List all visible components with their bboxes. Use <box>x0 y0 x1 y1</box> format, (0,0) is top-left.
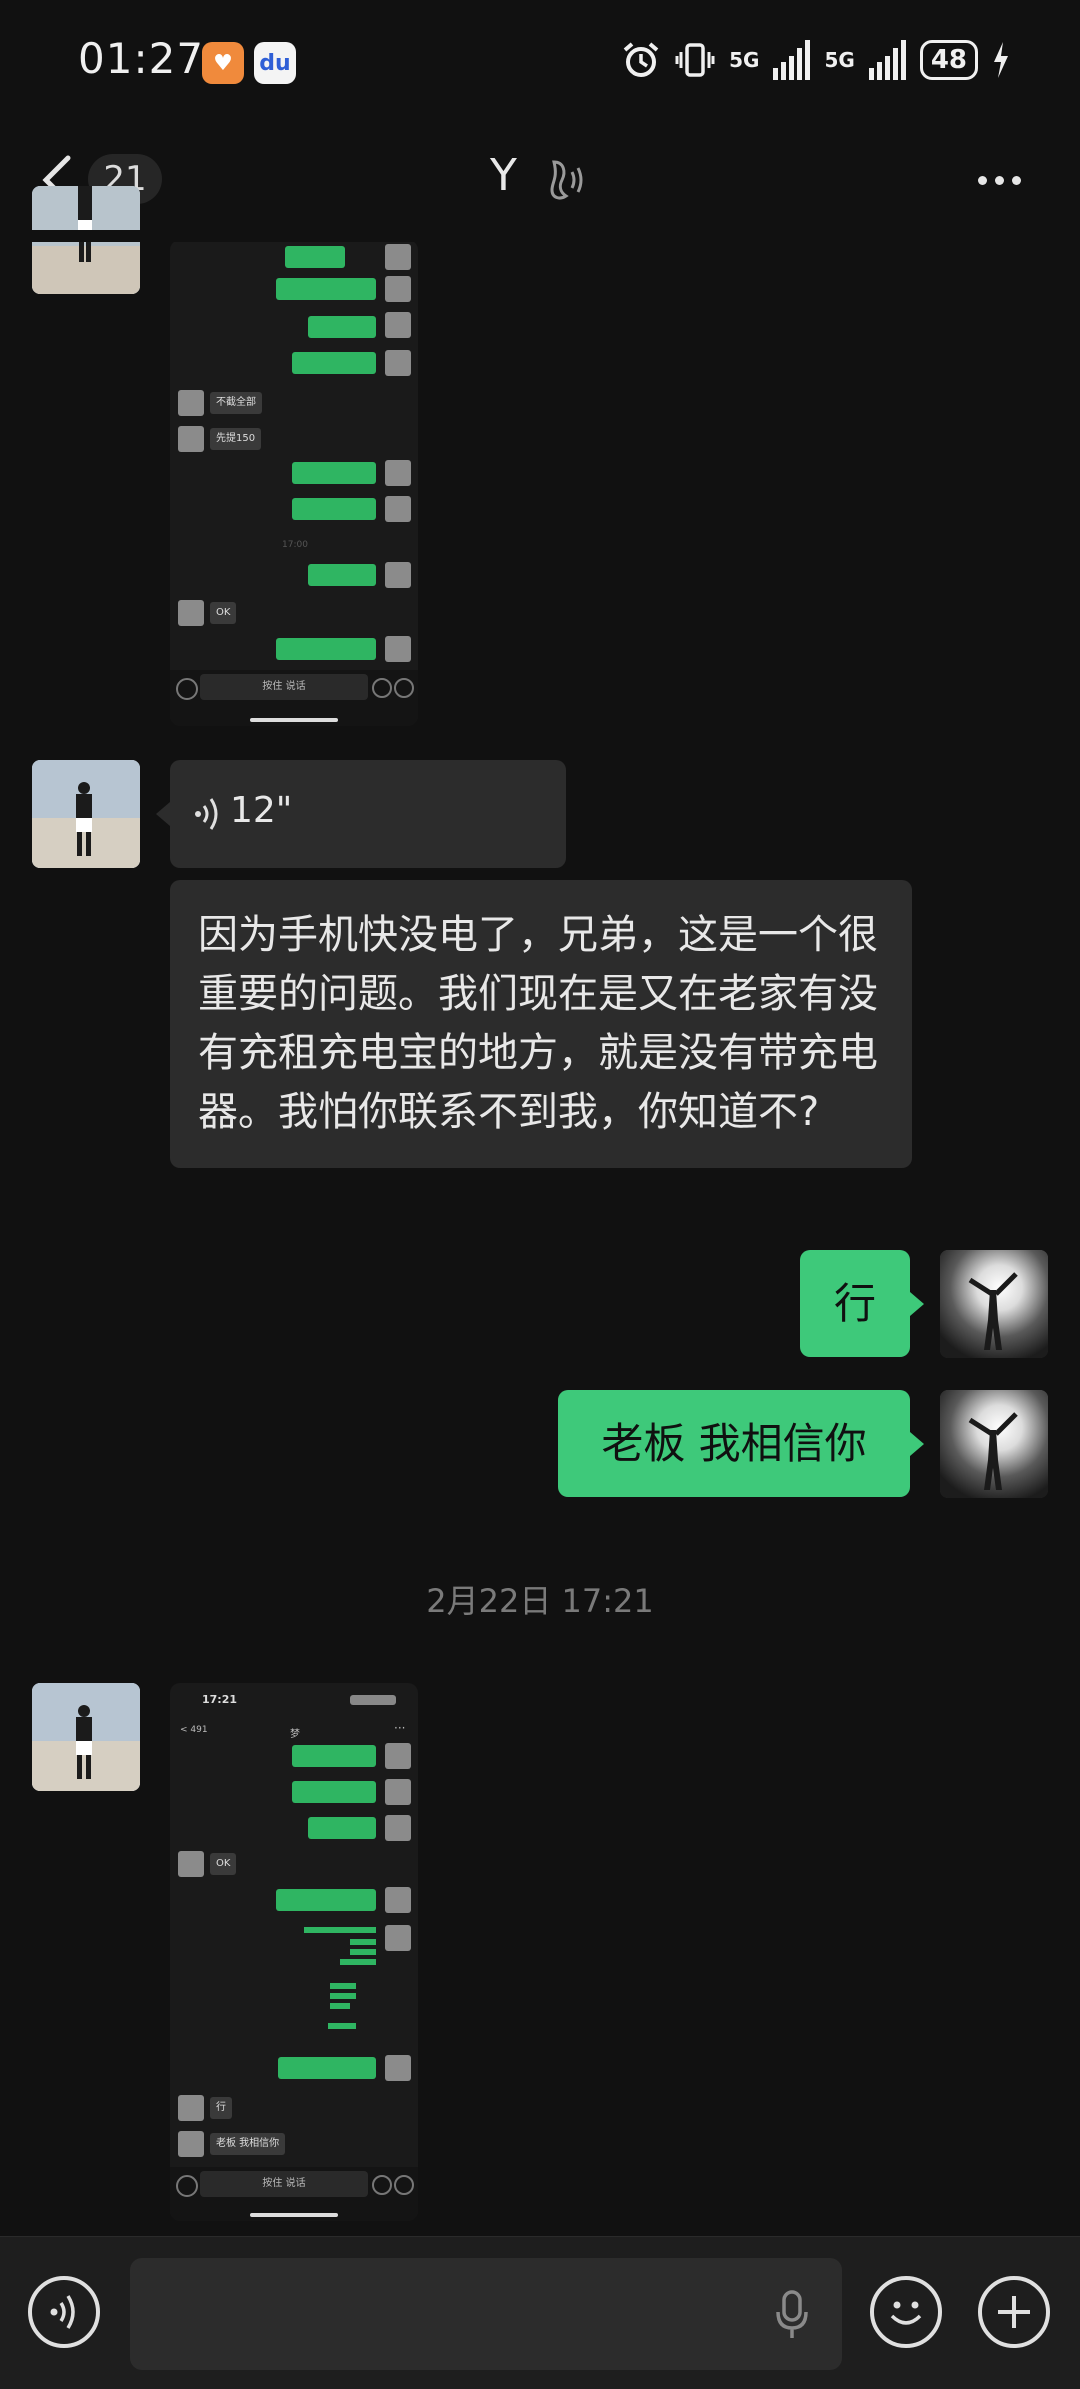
contact-avatar[interactable] <box>32 1683 140 1791</box>
thumb-message: 老板 我相信你 <box>210 2133 286 2155</box>
voice-message-bubble[interactable]: 12" <box>170 760 566 868</box>
earpiece-icon <box>550 160 583 200</box>
thumb-input-hint: 按住 说话 <box>200 2171 368 2197</box>
contact-avatar[interactable] <box>32 760 140 868</box>
my-avatar[interactable] <box>940 1250 1048 1358</box>
text-message-bubble[interactable]: 因为手机快没电了，兄弟，这是一个很重要的问题。我们现在是又在老家有没有充租充电宝… <box>170 880 912 1168</box>
plus-icon[interactable] <box>978 2276 1050 2348</box>
thumb-time: 17:00 <box>282 540 308 550</box>
network-type-2: 5G <box>824 48 855 72</box>
signal-icon <box>773 40 811 80</box>
emoji-icon[interactable] <box>870 2276 942 2348</box>
message-timestamp: 2月22日 17:21 <box>426 1582 654 1620</box>
status-icons: 5G 5G 48 <box>621 40 1010 80</box>
thumb-unread: 491 <box>190 1725 208 1735</box>
orange-app-icon: ♥ <box>202 42 244 84</box>
thumb-message: 先提150 <box>210 428 262 450</box>
my-message-bubble[interactable]: 老板 我相信你 <box>558 1390 910 1497</box>
message-input[interactable] <box>130 2258 842 2370</box>
network-type-1: 5G <box>729 48 760 72</box>
voice-wave-icon <box>195 798 218 830</box>
status-time: 01:27 <box>78 34 205 83</box>
screenshot-image[interactable]: 17:21 < 491 梦 ··· OK 行 老板 我相信你 按住 说话 <box>170 1683 418 2221</box>
chat-title[interactable]: Y <box>490 150 517 201</box>
thumb-input-hint: 按住 说话 <box>200 674 368 700</box>
my-avatar[interactable] <box>940 1390 1048 1498</box>
thumb-title: 梦 <box>290 1729 300 1740</box>
signal-icon <box>868 40 906 80</box>
screenshot-image[interactable]: 不截全部 先提150 17:00 OK 按住 说话 <box>170 240 418 726</box>
vibrate-icon <box>675 43 715 77</box>
thumb-status-time: 17:21 <box>202 1693 238 1706</box>
battery-icon: 48 <box>919 40 978 80</box>
more-icon[interactable] <box>978 176 1021 185</box>
charging-icon <box>994 42 1008 78</box>
voice-duration: 12" <box>230 790 293 831</box>
baidu-icon: du <box>254 42 296 84</box>
my-message-bubble[interactable]: 行 <box>800 1250 910 1357</box>
voice-icon[interactable] <box>28 2276 100 2348</box>
thumb-message: 不截全部 <box>210 392 262 414</box>
thumb-message: OK <box>210 602 237 624</box>
thumb-message: 行 <box>210 2097 232 2119</box>
mic-icon[interactable] <box>772 2288 812 2340</box>
alarm-icon <box>623 42 659 77</box>
thumb-message: OK <box>210 1853 237 1875</box>
nav-bar <box>0 130 1080 230</box>
